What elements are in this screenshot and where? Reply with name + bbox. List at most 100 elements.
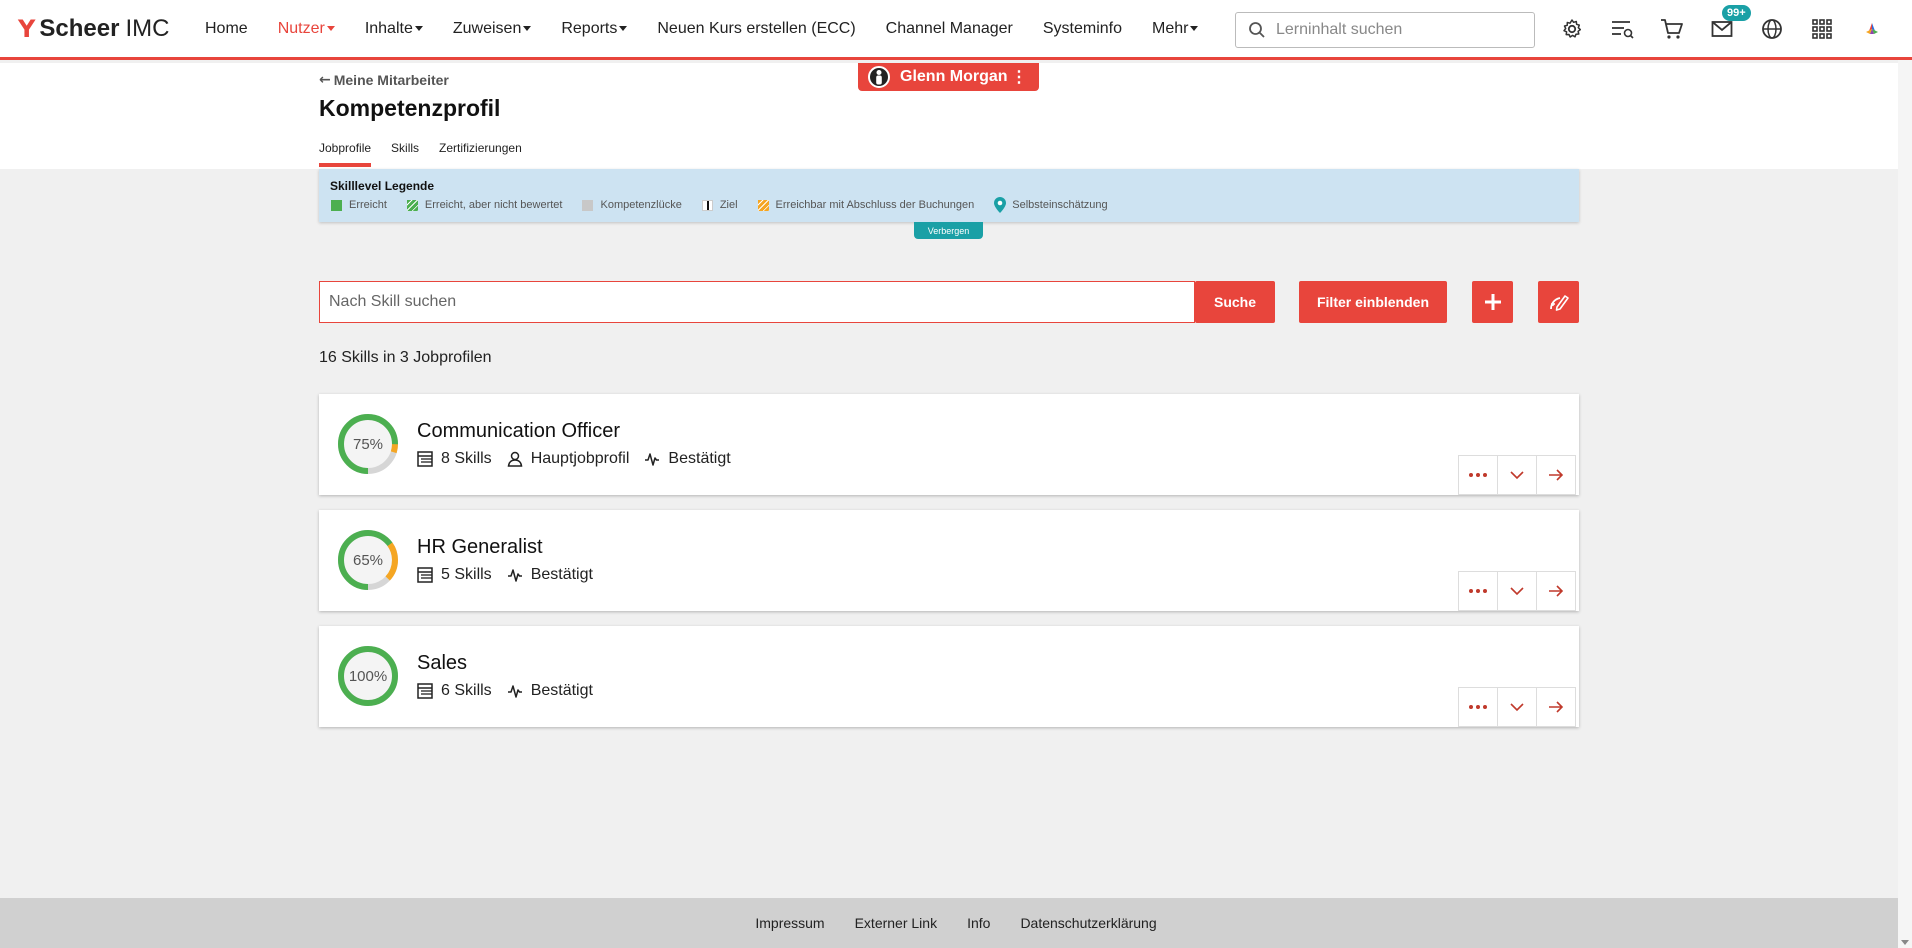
nav-item-neuen-kurs-erstellen-ecc[interactable]: Neuen Kurs erstellen (ECC) (657, 20, 855, 38)
gear-icon[interactable] (1557, 14, 1587, 44)
profile-tabs: Jobprofile Skills Zertifizierungen (319, 141, 542, 167)
tab-jobprofile[interactable]: Jobprofile (319, 141, 372, 167)
apps-grid-icon[interactable] (1807, 14, 1837, 44)
plus-icon (1484, 294, 1501, 310)
nav-item-mehr[interactable]: Mehr (1152, 20, 1199, 38)
jobprofile-title[interactable]: Communication Officer (417, 420, 620, 443)
tab-skills[interactable]: Skills (391, 141, 419, 167)
expand-button[interactable] (1497, 571, 1537, 611)
nav-item-systeminfo[interactable]: Systeminfo (1043, 20, 1122, 38)
colorful-logo-icon[interactable] (1857, 14, 1887, 44)
jobprofile-meta: 8 Skills Hauptjobprofil Bestätigt (417, 450, 746, 468)
nav-item-label: Inhalte (364, 19, 413, 37)
brand-mark: Y (18, 14, 36, 43)
top-icon-bar: 99+ (1557, 5, 1907, 44)
open-jobprofile-button[interactable] (1536, 687, 1576, 727)
progress-percent: 65% (352, 551, 384, 569)
skill-search-box[interactable] (319, 281, 1195, 323)
skill-search-input[interactable] (320, 282, 1194, 322)
more-horizontal-icon (1469, 589, 1487, 593)
legend-item-achieved-unrated: Erreicht, aber nicht bewertet (406, 199, 562, 211)
more-actions-button[interactable] (1458, 571, 1498, 611)
content-search-input[interactable] (1276, 21, 1516, 39)
legend-items: Erreicht Erreicht, aber nicht bewertet K… (331, 197, 1128, 213)
open-jobprofile-button[interactable] (1536, 571, 1576, 611)
jobprofile-title[interactable]: Sales (417, 652, 467, 675)
jobprofile-card[interactable]: 65% HR Generalist 5 Skills Bestätigt (319, 510, 1579, 611)
caret-down-icon (414, 26, 423, 31)
selected-user-name: Glenn Morgan (900, 68, 1008, 85)
self-assessment-button[interactable] (1538, 281, 1579, 323)
status: Bestätigt (507, 566, 593, 584)
footer-link[interactable]: Impressum (755, 915, 824, 931)
legend-item-label: Selbsteinschätzung (1012, 199, 1108, 211)
open-jobprofile-button[interactable] (1536, 455, 1576, 495)
skill-list-icon (417, 683, 433, 699)
add-button[interactable] (1472, 281, 1513, 323)
avatar (868, 66, 890, 88)
skills-summary: 16 Skills in 3 Jobprofilen (319, 349, 492, 366)
tab-zertifizierungen[interactable]: Zertifizierungen (439, 141, 522, 167)
scrollbar[interactable] (1898, 60, 1912, 948)
gap-swatch-icon (582, 199, 594, 211)
more-horizontal-icon (1469, 705, 1487, 709)
cart-icon[interactable] (1657, 14, 1687, 44)
legend-item-label: Erreichbar mit Abschluss der Buchungen (775, 199, 975, 211)
skills-count: 6 Skills (417, 682, 492, 700)
expand-button[interactable] (1497, 455, 1537, 495)
nav-item-channel-manager[interactable]: Channel Manager (886, 20, 1013, 38)
footer-link[interactable]: Info (967, 915, 990, 931)
footer-link[interactable]: Datenschutzerklärung (1020, 915, 1156, 931)
arrow-left-icon: ← (319, 72, 331, 88)
page-header: ← Meine Mitarbeiter Kompetenzprofil Jobp… (0, 63, 1912, 169)
jobprofile-card[interactable]: 75% Communication Officer 8 Skills Hauptjob… (319, 394, 1579, 495)
expand-button[interactable] (1497, 687, 1537, 727)
more-actions-button[interactable] (1458, 455, 1498, 495)
nav-item-inhalte[interactable]: Inhalte (365, 20, 423, 38)
jobprofile-title[interactable]: HR Generalist (417, 536, 543, 559)
learning-list-icon[interactable] (1607, 14, 1637, 44)
nav-item-label: Home (205, 19, 248, 37)
globe-icon[interactable] (1757, 14, 1787, 44)
caret-down-icon (1190, 26, 1199, 31)
selected-user-chip[interactable]: Glenn Morgan ⋮ (858, 63, 1039, 91)
skills-count-label: 5 Skills (441, 566, 492, 583)
mail-count-badge: 99+ (1722, 5, 1751, 21)
legend-item-label: Erreicht (349, 199, 387, 211)
status-label: Bestätigt (530, 566, 593, 583)
location-pin-icon (994, 197, 1007, 213)
status: Bestätigt (644, 450, 731, 468)
brand-logo[interactable]: Y Scheer IMC (18, 15, 188, 43)
hide-legend-button[interactable]: Verbergen (914, 222, 983, 239)
content-search-box[interactable] (1235, 12, 1535, 48)
search-icon (1249, 22, 1265, 38)
arrow-right-icon (1549, 701, 1564, 713)
skill-list-icon (417, 567, 433, 583)
show-filter-button[interactable]: Filter einblenden (1299, 281, 1447, 323)
user-more-icon[interactable]: ⋮ (1011, 67, 1027, 87)
back-link-label: Meine Mitarbeiter (333, 72, 449, 88)
nav-item-nutzer[interactable]: Nutzer (278, 20, 335, 38)
achieved-unrated-swatch-icon (406, 199, 418, 211)
nav-item-home[interactable]: Home (205, 20, 248, 38)
footer-link[interactable]: Externer Link (855, 915, 937, 931)
jobprofile-card[interactable]: 100% Sales 6 Skills Bestätigt (319, 626, 1579, 727)
legend-item-gap: Kompetenzlücke (582, 199, 682, 211)
main-nav: Home Nutzer Inhalte Zuweisen Reports Neuen Ku… (205, 20, 1228, 38)
activity-pulse-icon (645, 453, 660, 466)
mail-icon[interactable]: 99+ (1707, 5, 1751, 44)
legend-title: Skilllevel Legende (330, 179, 435, 193)
edit-rating-icon (1549, 295, 1569, 311)
nav-item-reports[interactable]: Reports (561, 20, 628, 38)
reachable-swatch-icon (757, 199, 769, 211)
more-actions-button[interactable] (1458, 687, 1498, 727)
back-to-employees-link[interactable]: ← Meine Mitarbeiter (319, 72, 449, 88)
achieved-swatch-icon (331, 199, 342, 211)
nav-item-zuweisen[interactable]: Zuweisen (453, 20, 532, 38)
caret-down-icon (326, 26, 335, 31)
legend-item-achieved: Erreicht (331, 199, 387, 211)
skills-count: 8 Skills (417, 450, 492, 468)
legend-item-label: Ziel (719, 199, 738, 211)
search-button[interactable]: Suche (1195, 281, 1275, 323)
skill-level-legend: Skilllevel Legende Erreicht Erreicht, ab… (319, 169, 1579, 222)
